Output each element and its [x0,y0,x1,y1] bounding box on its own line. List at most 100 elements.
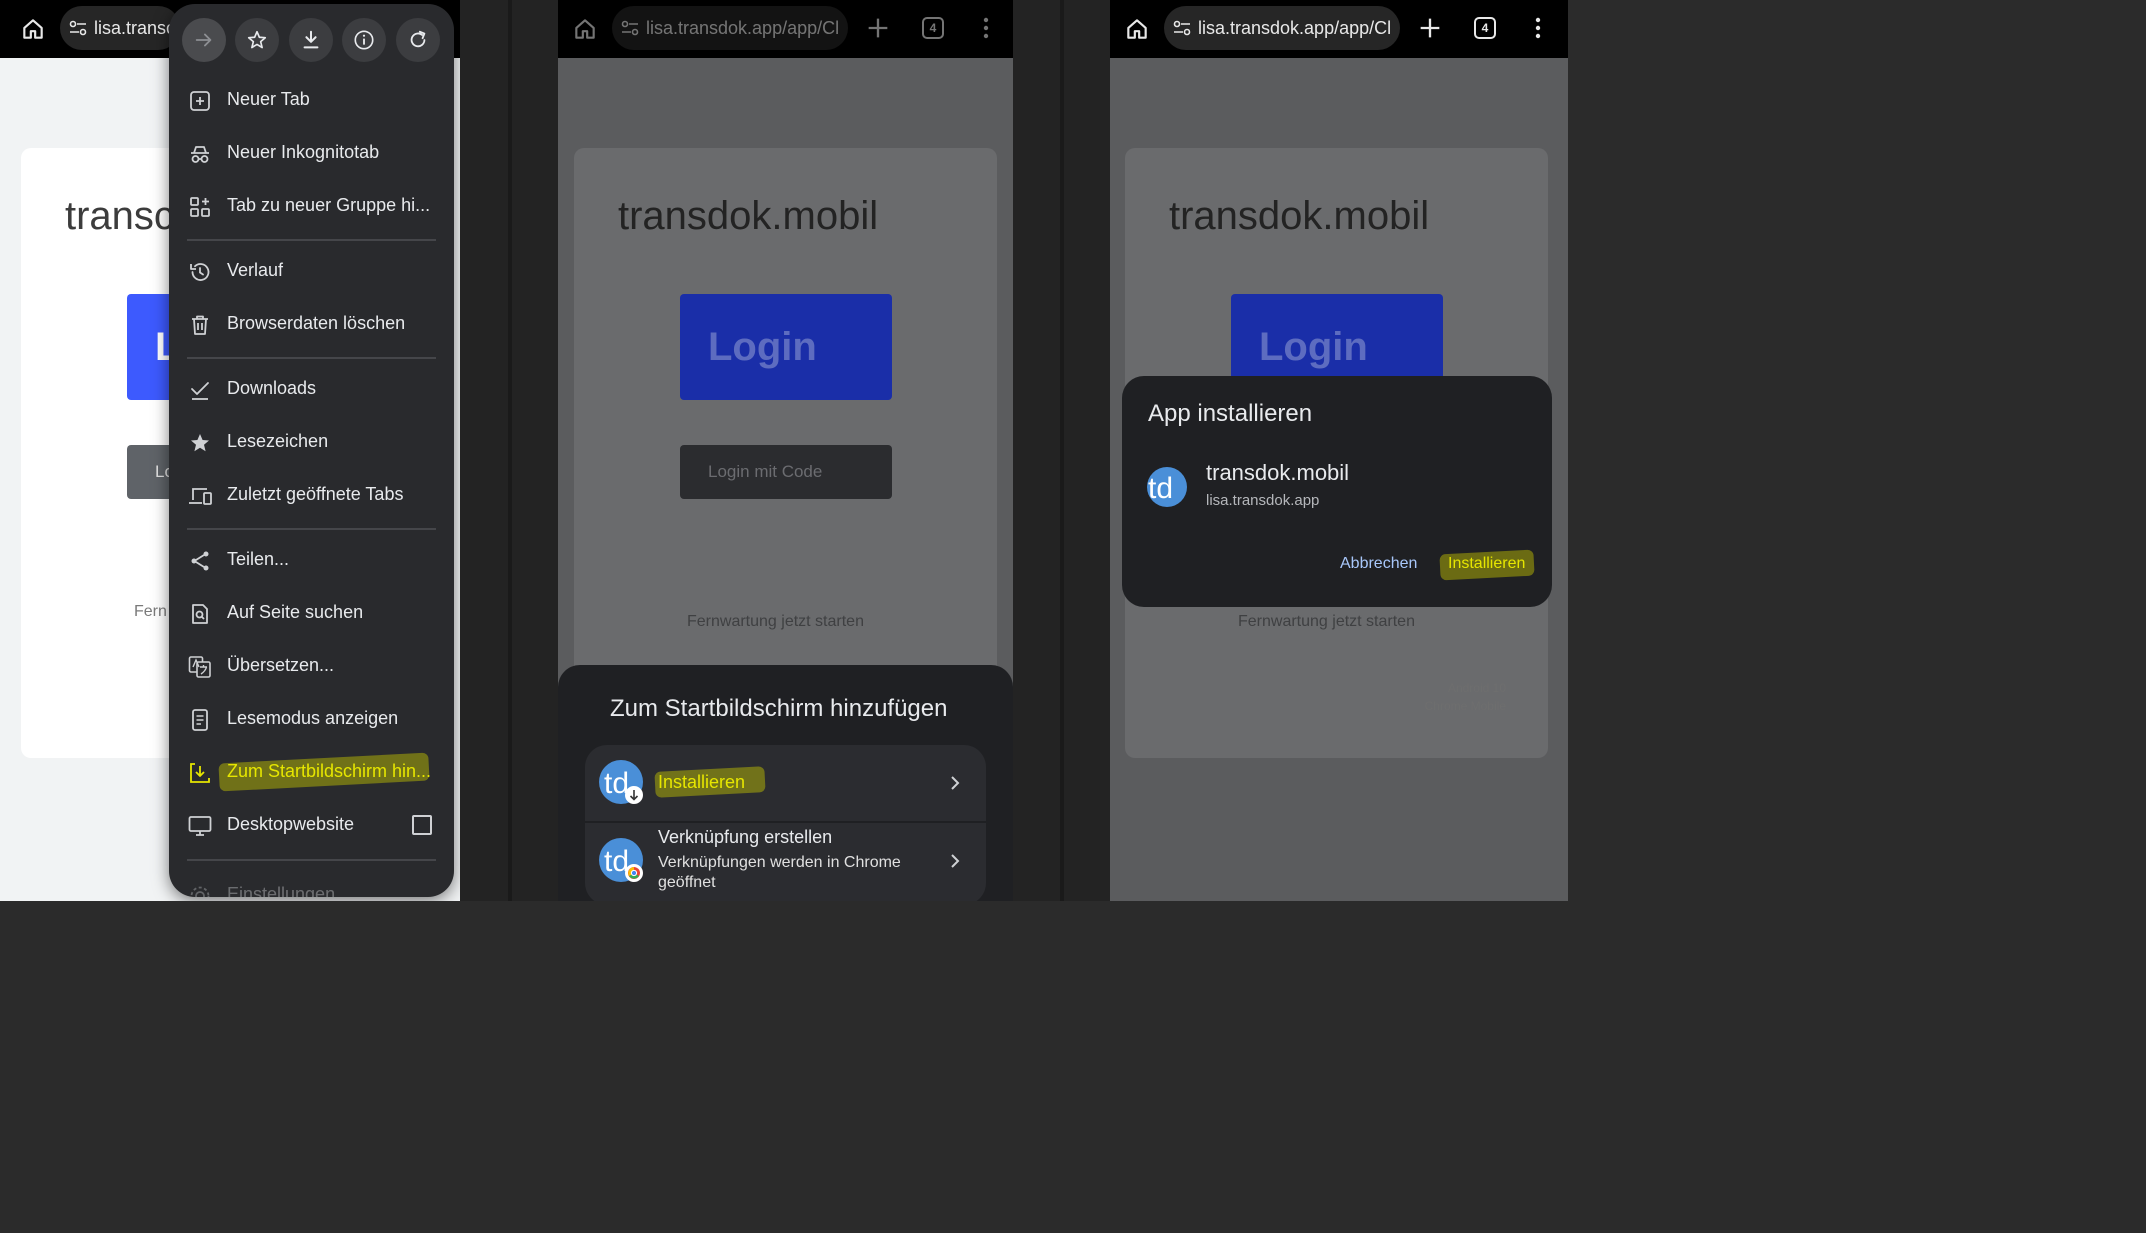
menu-label: Browserdaten löschen [227,313,406,333]
remote-support-link[interactable]: Fern [134,603,167,621]
settings-icon [190,886,210,897]
remote-support-link[interactable]: Fernwartung jetzt starten [1238,613,1415,631]
chevron-right-icon [951,776,960,790]
info-icon [354,30,374,50]
history-icon [190,263,210,281]
menu-label: Verlauf [227,260,284,280]
login-button[interactable]: Login [680,294,892,400]
install-label: Installieren [658,772,746,792]
arrow-right-icon [195,33,212,47]
shortcut-title: Verknüpfung erstellen [658,827,833,847]
shortcut-option[interactable]: td Verknüpfung erstellen Verknüpfungen w… [585,823,986,901]
app-logo-text: td [1148,472,1173,505]
download-button[interactable] [289,18,333,62]
menu-item-bookmarks[interactable]: Lesezeichen [169,417,454,469]
reload-icon [410,30,426,48]
menu-separator [187,357,436,359]
menu-separator [187,239,436,241]
menu-label: Lesemodus anzeigen [227,708,399,728]
sheet-options: td Installieren td Verknüpfung erstellen… [585,745,986,901]
menu-item-settings[interactable]: Einstellungen [169,870,454,897]
shortcut-description: Verknüpfungen werden in Chrome geöffnet [658,854,901,891]
menu-item-find-in-page[interactable]: Auf Seite suchen [169,588,454,640]
page-info-button[interactable] [342,18,386,62]
app-logo-icon: td [1147,467,1187,507]
device-browser: Chrome Mobile [1424,699,1506,713]
url-text: lisa.transc [94,18,176,38]
more-vert-icon[interactable] [1534,16,1542,40]
address-bar[interactable]: lisa.transc [60,6,180,50]
address-bar[interactable]: lisa.transdok.app/app/Cl [612,6,848,50]
cancel-button[interactable]: Abbrechen [1340,555,1417,573]
brand-title: transdok.mobil [1169,194,1430,238]
menu-item-history[interactable]: Verlauf [169,246,454,298]
menu-item-add-to-home[interactable]: Zum Startbildschirm hin... [169,747,454,799]
screenshot-add-to-home-sheet: lisa.transdok.app/app/Cl 4 transdok.mobi… [558,0,1013,901]
menu-label: Teilen... [227,549,290,569]
menu-label: Downloads [227,378,317,398]
install-button[interactable]: Installieren [1448,555,1525,573]
browser-toolbar: lisa.transdok.app/app/Cl 4 [1110,0,1568,58]
menu-item-downloads[interactable]: Downloads [169,364,454,416]
url-text: lisa.transdok.app/app/Cl [1198,18,1392,38]
bookmark-button[interactable] [235,18,279,62]
site-settings-icon[interactable] [1172,18,1192,38]
menu-item-share[interactable]: Teilen... [169,535,454,587]
install-option[interactable]: td Installieren [585,745,986,821]
incognito-icon [191,146,209,163]
add-to-home-icon [190,763,210,783]
menu-label: Desktopwebsite [227,814,355,834]
menu-label: Zum Startbildschirm hin... [227,761,432,781]
menu-label: Lesezeichen [227,431,329,451]
tab-switcher-button[interactable]: 4 [922,17,944,39]
menu-item-tab-group[interactable]: Tab zu neuer Gruppe hi... [169,181,454,233]
forward-button[interactable] [182,18,226,62]
desktop-site-checkbox[interactable] [412,815,432,835]
menu-icon-row [169,18,454,62]
brand-title: transc [65,194,174,238]
menu-separator [187,528,436,530]
plus-icon[interactable] [864,14,892,42]
site-settings-icon[interactable] [620,18,640,38]
chevron-right-icon [951,854,960,868]
brand-title: transdok.mobil [618,194,879,238]
home-icon[interactable] [1124,16,1150,42]
menu-item-desktop-site[interactable]: Desktopwebsite [169,800,454,852]
browser-toolbar: lisa.transdok.app/app/Cl 4 [558,0,1013,58]
chrome-overflow-menu: Neuer Tab Neuer Inkognitotab Tab zu neue… [169,4,454,897]
dialog-title: App installieren [1148,400,1313,427]
menu-item-new-tab[interactable]: Neuer Tab [169,75,454,127]
url-text: lisa.transdok.app/app/Cl [646,18,840,38]
menu-item-reader-mode[interactable]: Lesemodus anzeigen [169,694,454,746]
trash-icon [192,315,208,335]
menu-item-recent-tabs[interactable]: Zuletzt geöffnete Tabs [169,470,454,522]
dialog-app-host: lisa.transdok.app [1206,492,1320,509]
plus-icon[interactable] [1416,14,1444,42]
site-settings-icon[interactable] [68,18,88,38]
menu-label: Zuletzt geöffnete Tabs [227,484,404,504]
panel-divider [508,0,512,901]
reload-button[interactable] [396,18,440,62]
remote-support-link[interactable]: Fernwartung jetzt starten [687,613,864,631]
find-in-page-icon [192,604,208,624]
menu-item-translate[interactable]: Übersetzen... [169,641,454,693]
menu-item-clear-data[interactable]: Browserdaten löschen [169,299,454,351]
login-code-button[interactable]: Login mit Code [680,445,892,499]
address-bar[interactable]: lisa.transdok.app/app/Cl [1164,6,1400,50]
menu-item-incognito[interactable]: Neuer Inkognitotab [169,128,454,180]
device-os: Android 10 [1447,681,1506,695]
tab-group-icon [190,197,210,217]
install-app-dialog: App installieren td transdok.mobil lisa.… [1122,376,1552,607]
menu-label: Neuer Tab [227,89,310,109]
home-icon[interactable] [572,16,598,42]
desktop-icon [188,816,212,836]
tab-switcher-button[interactable]: 4 [1474,17,1496,39]
app-logo-icon: td [599,838,643,882]
menu-label: Neuer Inkognitotab [227,142,380,162]
menu-label: Übersetzen... [227,655,335,675]
device-info: Android 10 Chrome Mobile [1425,679,1506,715]
app-logo-icon: td [599,760,643,804]
home-icon[interactable] [20,16,46,42]
more-vert-icon[interactable] [982,16,990,40]
download-check-icon [191,382,209,400]
